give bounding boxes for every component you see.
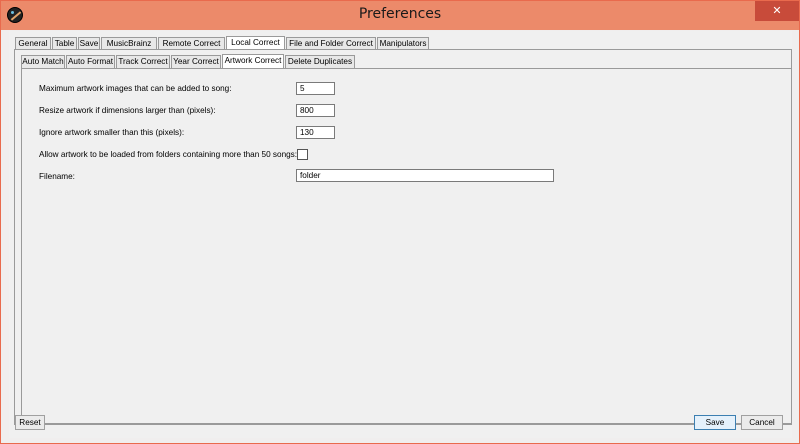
ignore-smaller-label: Ignore artwork smaller than this (pixels… (39, 128, 185, 137)
sub-tab-bar: Auto Match Auto Format Track Correct Yea… (21, 54, 361, 68)
tab-delete-duplicates[interactable]: Delete Duplicates (285, 55, 355, 68)
tab-track-correct[interactable]: Track Correct (116, 55, 170, 68)
close-button[interactable]: ✕ (755, 1, 799, 21)
preferences-window: Preferences ✕ General Table Save MusicBr… (0, 0, 800, 444)
tab-artwork-correct[interactable]: Artwork Correct (222, 54, 284, 68)
ignore-smaller-field[interactable]: 130 (296, 126, 335, 139)
cancel-button[interactable]: Cancel (741, 415, 783, 430)
save-button[interactable]: Save (694, 415, 736, 430)
filename-field[interactable]: folder (296, 169, 554, 182)
artwork-correct-panel: Maximum artwork images that can be added… (21, 68, 792, 424)
tab-year-correct[interactable]: Year Correct (171, 55, 221, 68)
tab-auto-match[interactable]: Auto Match (21, 55, 65, 68)
reset-button[interactable]: Reset (15, 415, 45, 430)
tab-auto-format[interactable]: Auto Format (66, 55, 115, 68)
allow-folders-label: Allow artwork to be loaded from folders … (39, 150, 298, 159)
max-images-label: Maximum artwork images that can be added… (39, 84, 232, 93)
allow-folders-checkbox[interactable] (297, 149, 308, 160)
resize-label: Resize artwork if dimensions larger than… (39, 106, 216, 115)
content-area: General Table Save MusicBrainz Remote Co… (9, 31, 792, 438)
filename-label: Filename: (39, 172, 75, 181)
window-title: Preferences (358, 6, 442, 22)
tab-local-correct[interactable]: Local Correct (226, 36, 285, 50)
resize-field[interactable]: 800 (296, 104, 335, 117)
title-bar[interactable]: Preferences ✕ (1, 1, 799, 30)
max-images-field[interactable]: 5 (296, 82, 335, 95)
